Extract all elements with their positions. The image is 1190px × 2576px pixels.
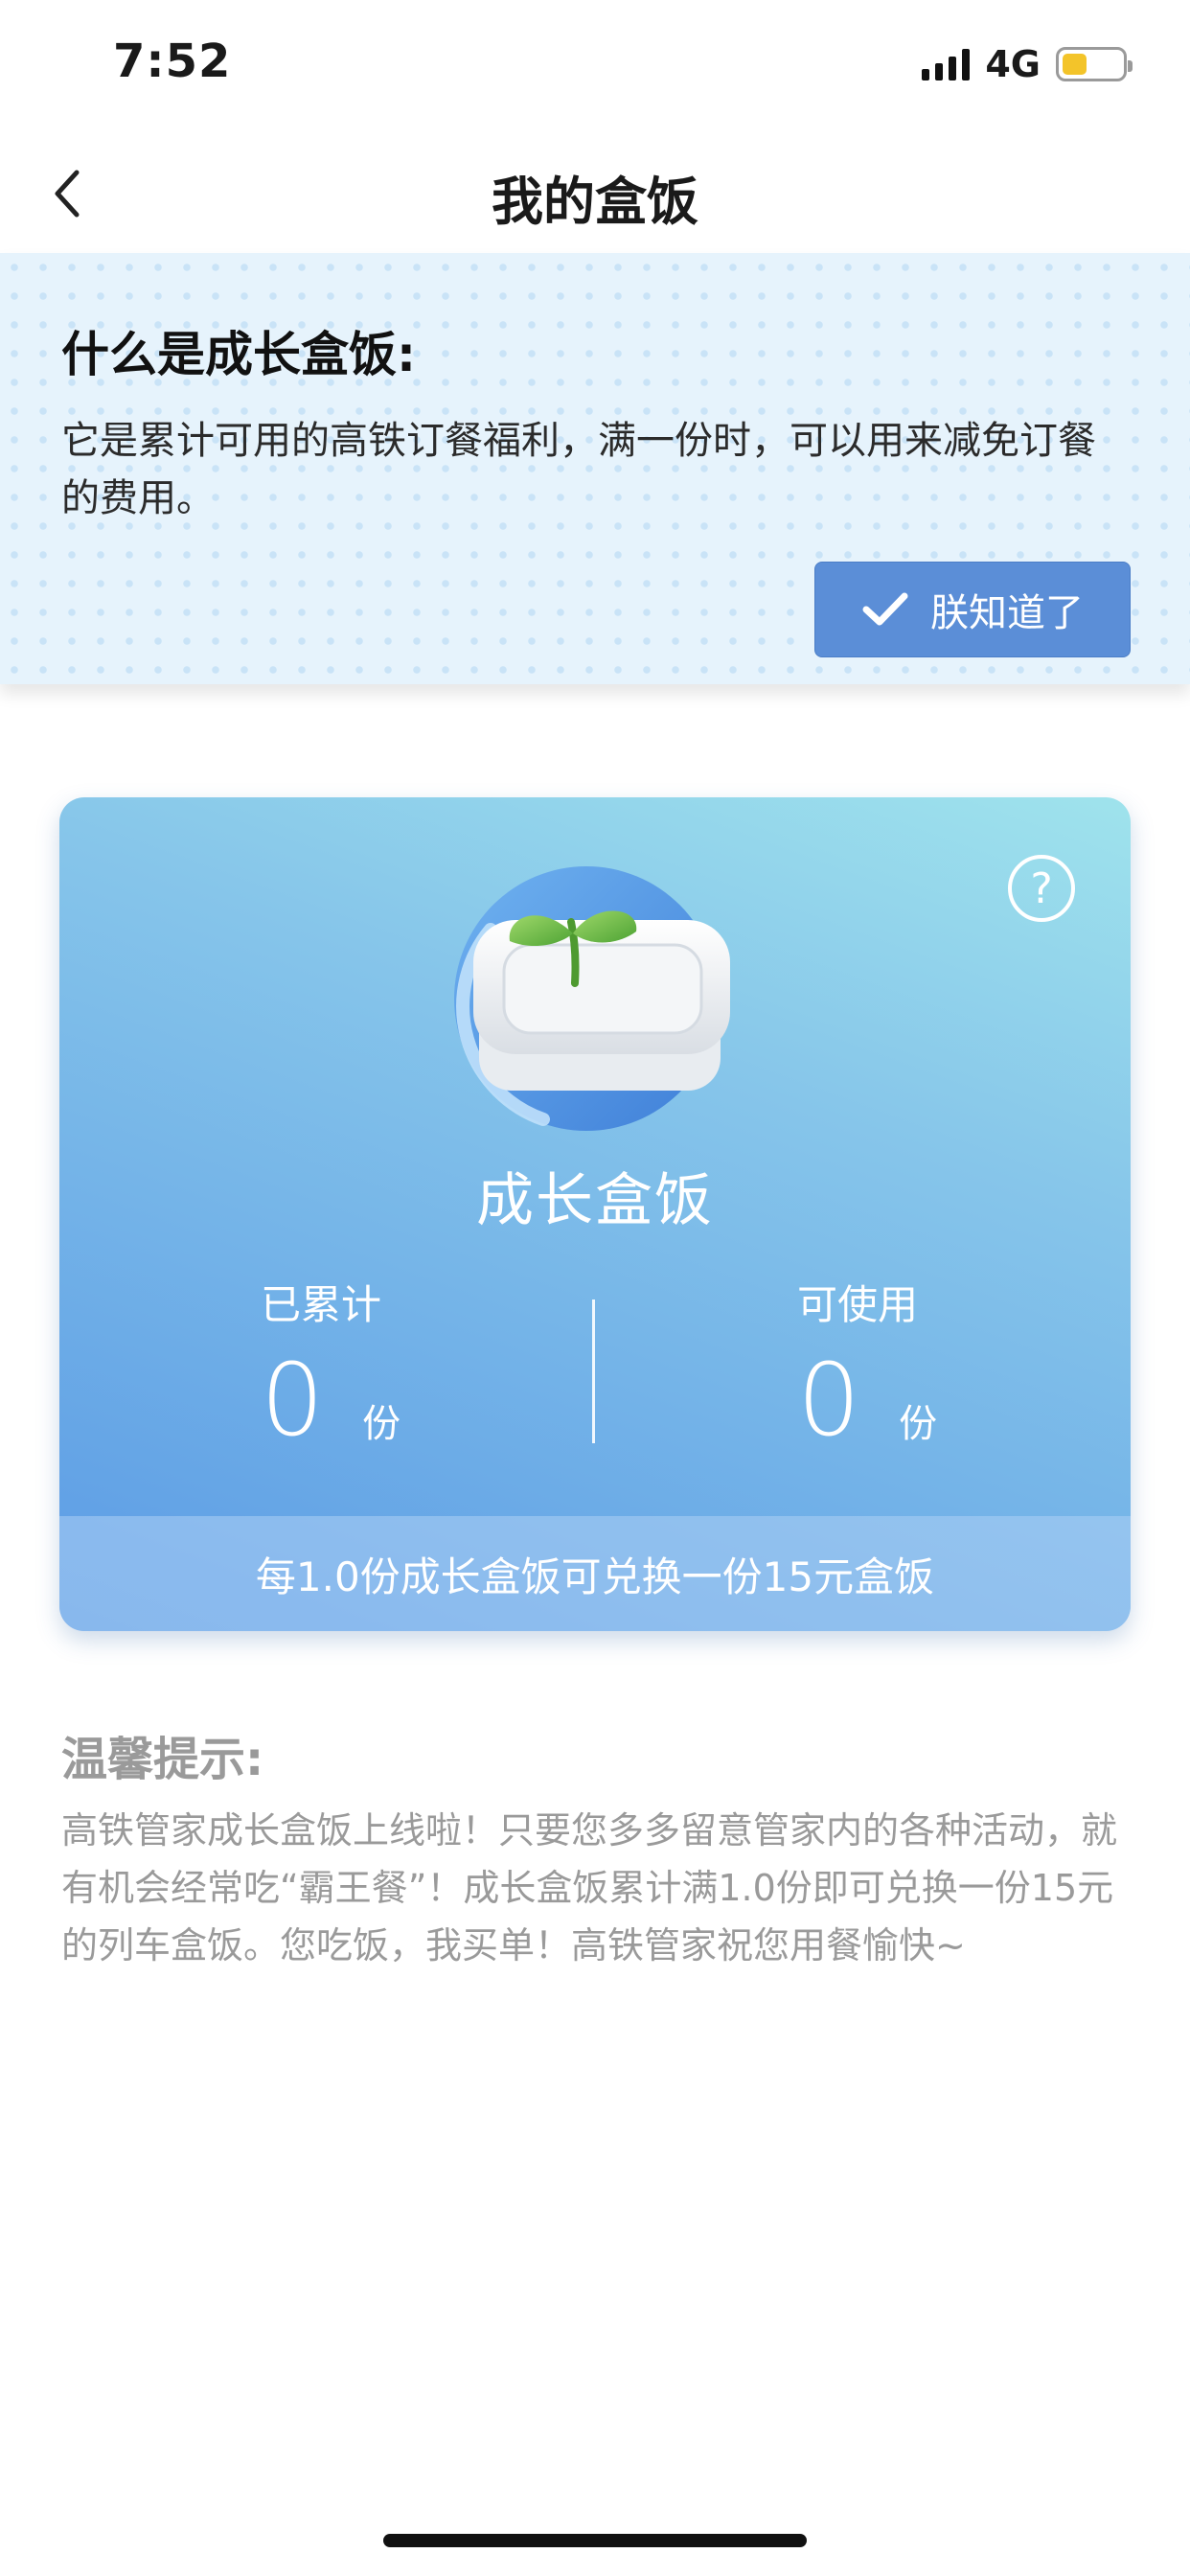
info-banner: 什么是成长盒饭: 它是累计可用的高铁订餐福利，满一份时，可以用来减免订餐的费用。… bbox=[0, 253, 1190, 684]
status-indicators: 4G bbox=[922, 42, 1133, 86]
nav-bar: 我的盒饭 bbox=[0, 134, 1190, 253]
acknowledge-button-label: 朕知道了 bbox=[930, 591, 1084, 635]
acknowledge-button[interactable]: 朕知道了 bbox=[814, 562, 1131, 657]
page-title: 我的盒饭 bbox=[492, 172, 698, 232]
network-label: 4G bbox=[985, 43, 1041, 85]
tips-text: 高铁管家成长盒饭上线啦！只要您多多留意管家内的各种活动，就有机会经常吃“霸王餐”… bbox=[61, 1809, 1118, 1966]
signal-icon bbox=[922, 48, 971, 80]
accumulated-label: 已累计 bbox=[261, 1281, 382, 1328]
home-indicator bbox=[383, 2534, 807, 2547]
checkmark-icon bbox=[862, 592, 908, 626]
banner-title: 什么是成长盒饭: bbox=[61, 327, 416, 382]
available-label: 可使用 bbox=[797, 1281, 919, 1328]
available-unit: 份 bbox=[899, 1402, 938, 1446]
status-bar: 7:52 4G bbox=[0, 0, 1190, 134]
status-time: 7:52 bbox=[113, 34, 232, 88]
accumulated-value: 0 bbox=[261, 1342, 325, 1459]
accumulated-unit: 份 bbox=[362, 1402, 401, 1446]
card-footer: 每1.0份成长盒饭可兑换一份15元盒饭 bbox=[59, 1516, 1131, 1631]
growth-meal-card: ? 成长盒饭 已累计 0 份 可使用 0 份 每1.0份成长盒饭可兑换一份15元… bbox=[59, 797, 1131, 1631]
available-value: 0 bbox=[797, 1342, 861, 1459]
available-stat: 可使用 0 份 bbox=[797, 1273, 1085, 1450]
banner-text: 它是累计可用的高铁订餐福利，满一份时，可以用来减免订餐的费用。 bbox=[61, 419, 1096, 520]
battery-icon bbox=[1056, 47, 1133, 81]
question-circle-icon[interactable]: ? bbox=[1008, 855, 1075, 922]
tips-title: 温馨提示: bbox=[61, 1733, 264, 1786]
accumulated-stat: 已累计 0 份 bbox=[261, 1273, 548, 1450]
stat-divider bbox=[592, 1300, 595, 1443]
meal-box-sprout-icon bbox=[454, 866, 730, 1131]
exchange-rule-text: 每1.0份成长盒饭可兑换一份15元盒饭 bbox=[255, 1552, 935, 1600]
card-title: 成长盒饭 bbox=[476, 1167, 714, 1234]
